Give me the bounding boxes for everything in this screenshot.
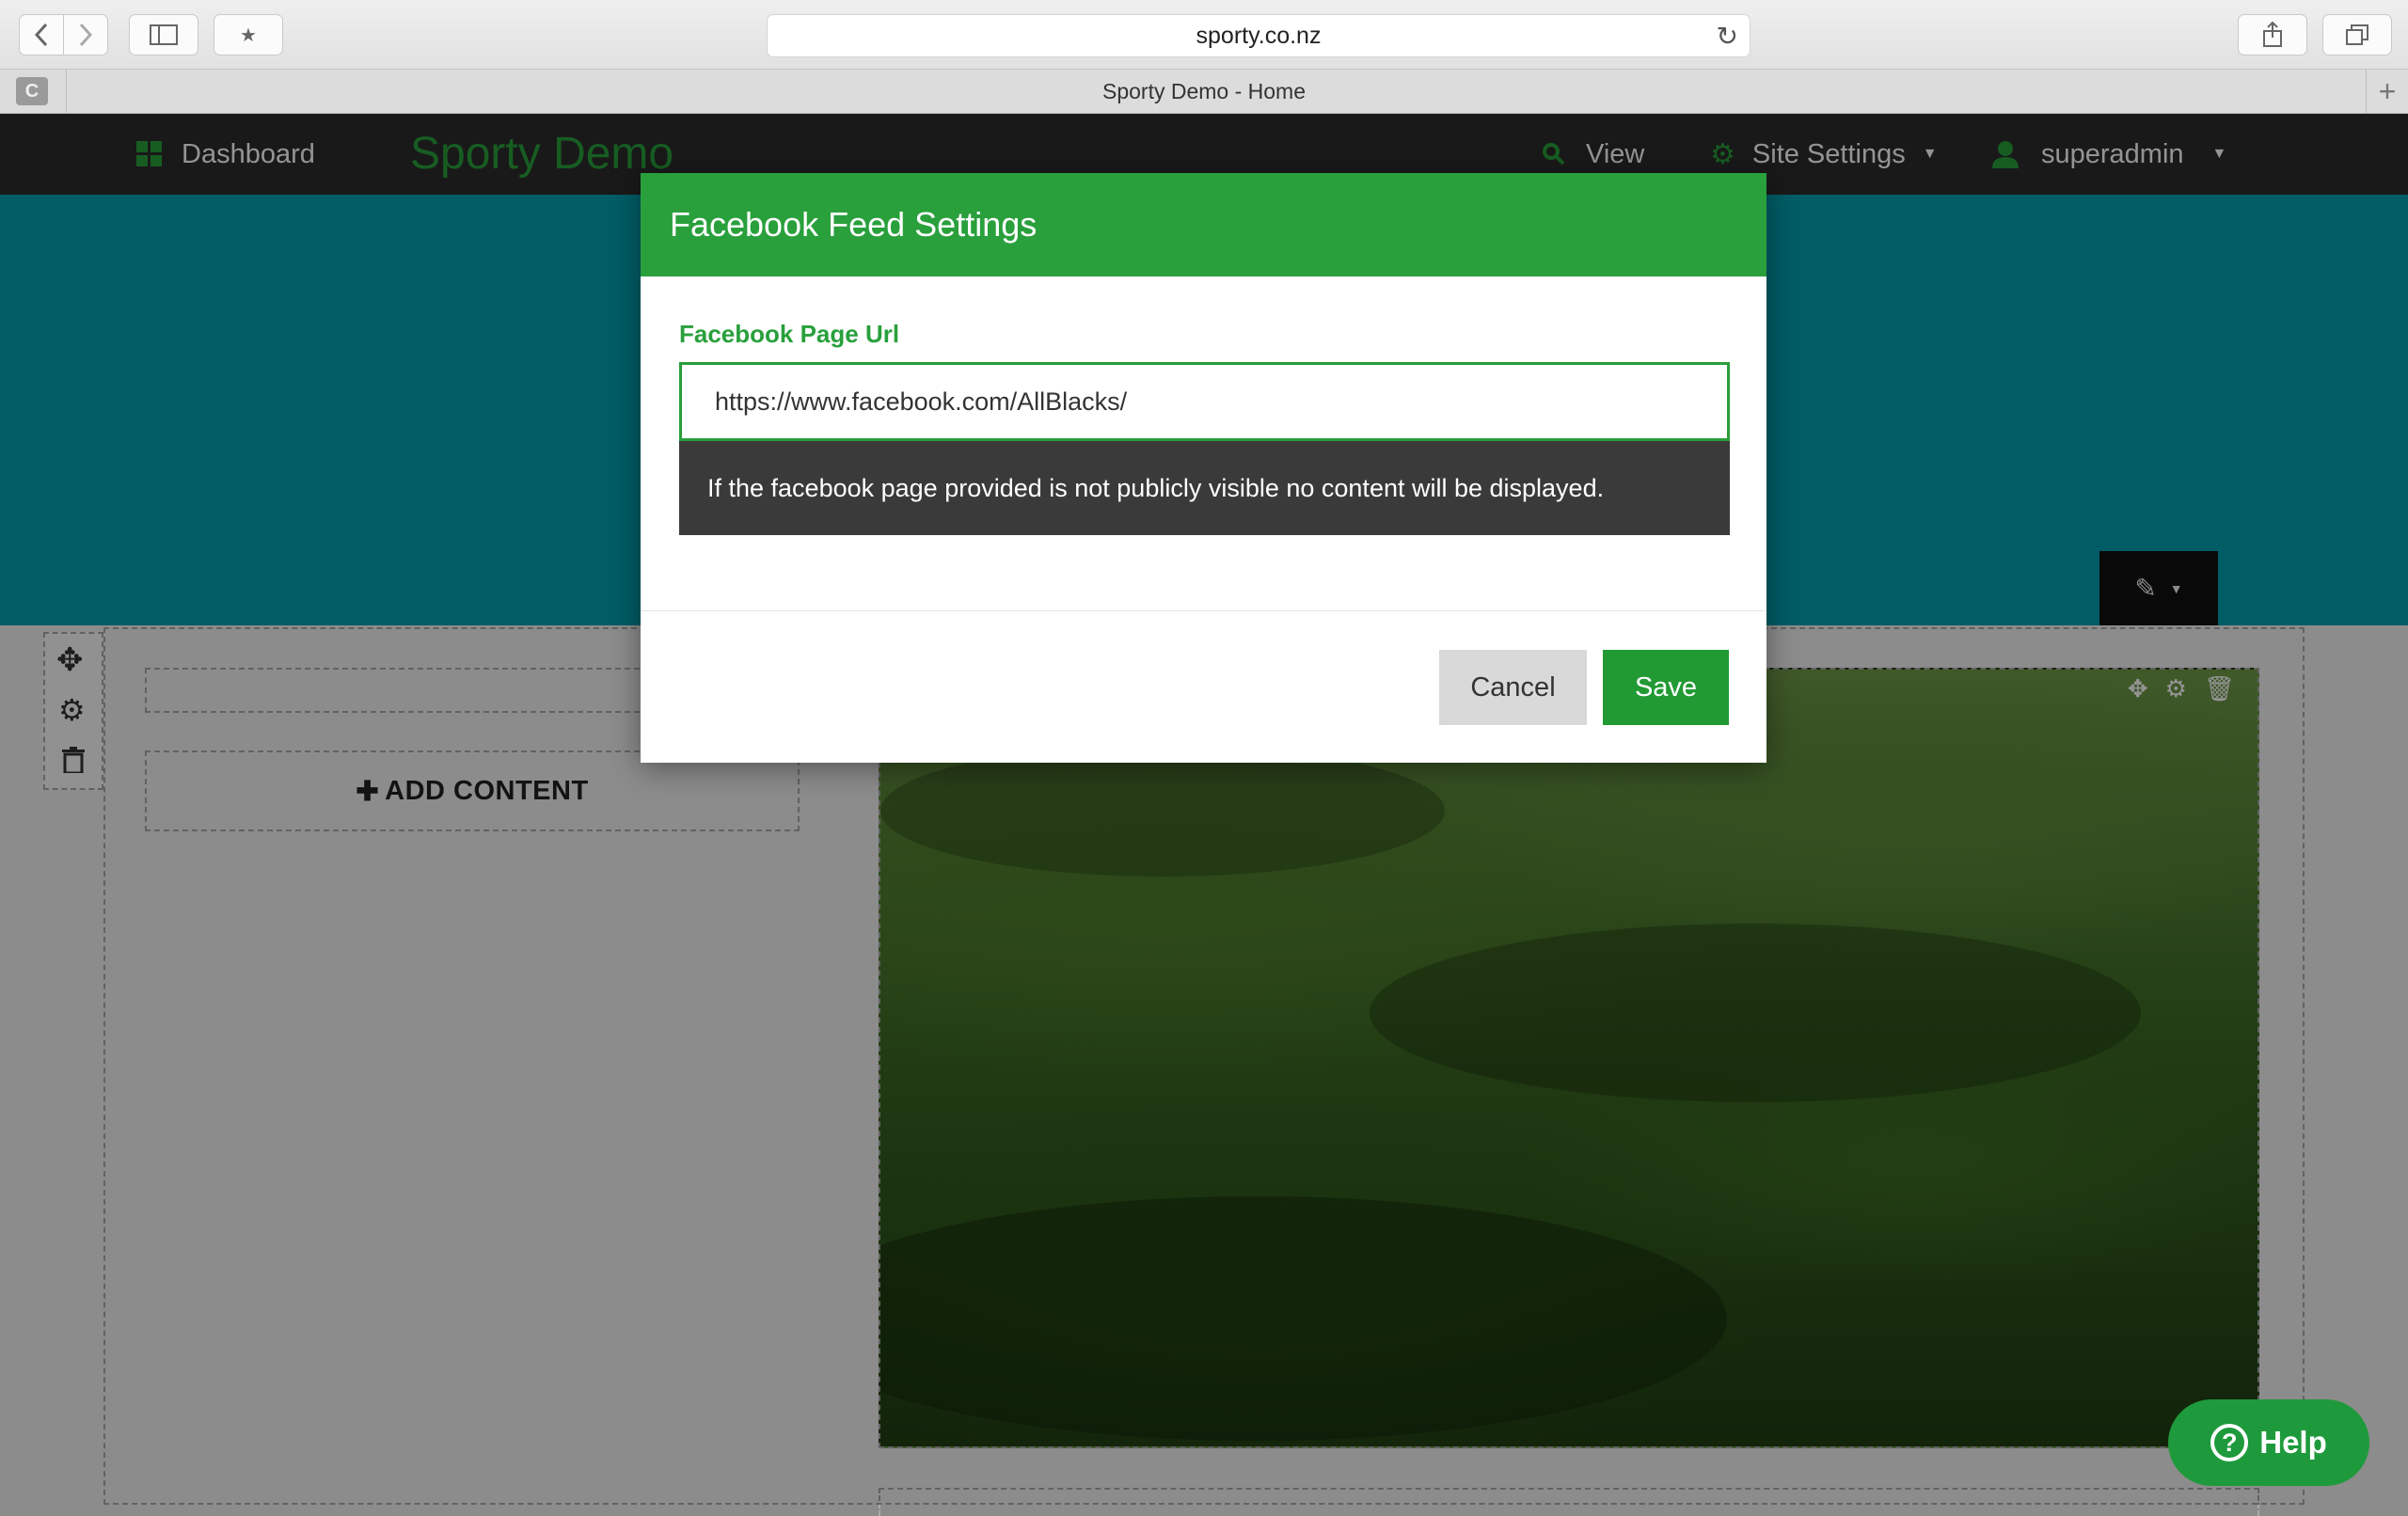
- tabs-icon: [2346, 24, 2368, 45]
- reload-icon[interactable]: ↻: [1717, 21, 1738, 52]
- bookmarks-button[interactable]: ★: [214, 14, 283, 55]
- facebook-page-url-input[interactable]: [679, 362, 1730, 441]
- help-button[interactable]: ? Help: [2168, 1399, 2369, 1486]
- facebook-feed-settings-dialog: Facebook Feed Settings Facebook Page Url…: [641, 173, 1766, 763]
- share-icon: [2263, 22, 2282, 47]
- question-icon: ?: [2210, 1424, 2249, 1461]
- dialog-title: Facebook Feed Settings: [641, 173, 1766, 276]
- browser-toolbar: ★ sporty.co.nz ↻: [0, 0, 2408, 70]
- save-button[interactable]: Save: [1603, 650, 1729, 725]
- cancel-button[interactable]: Cancel: [1439, 650, 1587, 725]
- back-arrow-icon: [34, 23, 48, 47]
- address-bar[interactable]: sporty.co.nz ↻: [767, 14, 1751, 57]
- facebook-page-url-label: Facebook Page Url: [679, 320, 900, 348]
- forward-button[interactable]: [63, 14, 108, 55]
- active-tab[interactable]: Sporty Demo - Home: [68, 70, 2340, 114]
- tab-bar: C Sporty Demo - Home +: [0, 70, 2408, 114]
- visibility-notice: If the facebook page provided is not pub…: [679, 441, 1730, 535]
- new-tab-button[interactable]: +: [2366, 70, 2408, 114]
- sidebar-toggle-button[interactable]: [129, 14, 198, 55]
- forward-arrow-icon: [79, 23, 93, 47]
- dialog-footer-divider: [641, 610, 1766, 611]
- back-button[interactable]: [19, 14, 64, 55]
- url-text: sporty.co.nz: [1196, 22, 1322, 49]
- sidebar-icon: [150, 24, 178, 45]
- tabs-overview-button[interactable]: [2322, 14, 2392, 55]
- plus-icon: +: [2378, 74, 2397, 108]
- star-icon: ★: [240, 24, 257, 46]
- pinned-tab[interactable]: C: [16, 77, 48, 105]
- tab-divider: [66, 70, 67, 114]
- pinned-tab-favicon: C: [24, 80, 40, 102]
- help-label: Help: [2259, 1425, 2327, 1460]
- share-button[interactable]: [2238, 14, 2307, 55]
